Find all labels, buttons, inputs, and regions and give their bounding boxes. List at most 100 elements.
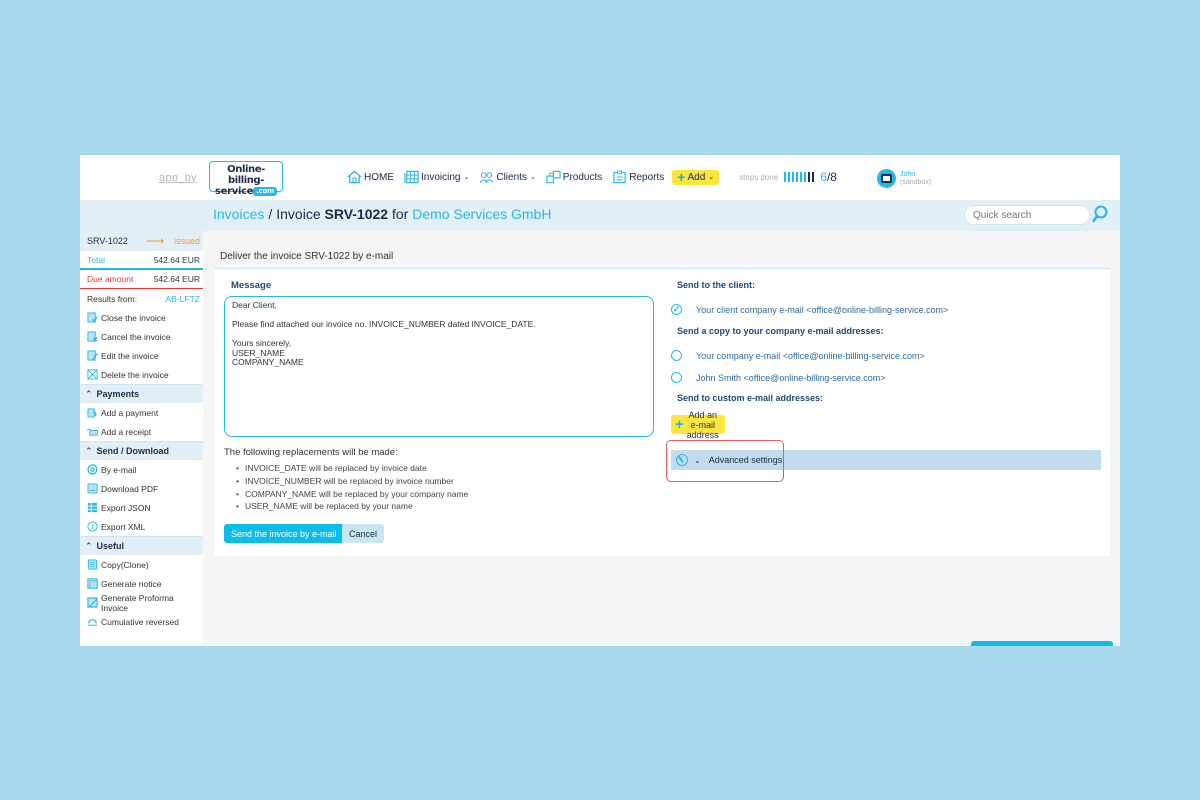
company-email-label: Your company e-mail <office@online-billi… <box>696 350 925 361</box>
sidebar-item-label: By e-mail <box>101 464 137 475</box>
step-bar-done <box>804 172 807 182</box>
avatar-icon <box>881 174 892 183</box>
john-smith-email-checkbox[interactable]: John Smith <office@online-billing-servic… <box>671 372 886 383</box>
advanced-settings-toggle[interactable]: ⌄ Advanced settings <box>671 450 1101 470</box>
logo[interactable]: Online-billing- service .com <box>209 161 283 197</box>
user-menu[interactable]: John (sandbox) <box>877 169 931 188</box>
receipt-icon <box>87 429 98 436</box>
breadcrumb-invoice-prefix: Invoice <box>276 206 321 222</box>
products-icon <box>546 170 561 184</box>
sidebar-item-export-xml[interactable]: Export XML <box>80 517 203 536</box>
sidebar-item-export-json[interactable]: Export JSON <box>80 498 203 517</box>
sidebar-item-download-pdf[interactable]: Download PDF <box>80 479 203 498</box>
step-bar-todo <box>808 172 811 182</box>
invoice-status-header: SRV-1022 ⟶ issued <box>80 231 203 251</box>
sidebar-item-label: Generate notice <box>101 578 162 589</box>
arrow-right-icon: ⟶ <box>145 233 165 248</box>
sidebar-item-cumulative-reversed[interactable]: Cumulative reversed <box>80 612 203 631</box>
step-bar-done <box>792 172 795 182</box>
search-icon[interactable] <box>1092 204 1108 224</box>
breadcrumb-invoice-number: SRV-1022 <box>324 206 389 222</box>
floating-action-button[interactable] <box>971 641 1113 646</box>
sidebar-item-add-receipt[interactable]: Add a receipt <box>80 422 203 441</box>
top-navigation-bar: app_by Online-billing- service .com HOME … <box>80 155 1120 200</box>
avatar <box>877 169 896 188</box>
sidebar-item-close-invoice[interactable]: Close the invoice <box>80 308 203 327</box>
steps-progress[interactable]: steps done 6/8 <box>739 170 837 184</box>
nav-products-label: Products <box>562 171 603 183</box>
proforma-icon <box>87 597 98 608</box>
pdf-icon <box>87 483 98 494</box>
nav-products[interactable]: Products <box>544 168 604 186</box>
send-to-client-label: Send to the client: <box>677 280 756 290</box>
replacements-list: INVOICE_DATE will be replaced by invoice… <box>236 462 468 513</box>
client-email-label: Your client company e-mail <office@onlin… <box>696 304 949 315</box>
invoice-sidebar: SRV-1022 ⟶ issued Total 542.64 EUR Due a… <box>80 231 203 646</box>
due-amount-row: Due amount 542.64 EUR <box>80 270 203 289</box>
status-badge: issued <box>173 236 200 246</box>
nav-clients[interactable]: Clients ⌄ <box>477 168 537 186</box>
quick-search-input[interactable] <box>964 205 1090 225</box>
client-email-checkbox[interactable]: Your client company e-mail <office@onlin… <box>671 304 948 315</box>
message-textarea[interactable] <box>224 296 654 437</box>
custom-emails-label: Send to custom e-mail addresses: <box>677 393 824 403</box>
sidebar-item-cancel-invoice[interactable]: Cancel the invoice <box>80 327 203 346</box>
results-from-label: Results from: <box>87 293 138 304</box>
chevron-down-icon: ⌄ <box>529 174 536 181</box>
delete-invoice-icon <box>87 369 98 380</box>
chevron-down-icon: ⌄ <box>694 455 701 465</box>
sidebar-item-edit-invoice[interactable]: Edit the invoice <box>80 346 203 365</box>
breadcrumb-client-link[interactable]: Demo Services GmbH <box>412 206 551 222</box>
user-name-block: John (sandbox) <box>900 171 931 187</box>
nav-invoicing[interactable]: Invoicing ⌄ <box>402 168 471 186</box>
logo-line-2: service .com <box>210 186 282 197</box>
send-invoice-button[interactable]: Send the invoice by e-mail <box>224 524 344 543</box>
checkbox-checked-icon <box>671 304 682 315</box>
nav-add-label: Add <box>687 171 706 183</box>
deliver-email-panel: Deliver the invoice SRV-1022 by e-mail M… <box>214 240 1110 556</box>
sidebar-section-useful[interactable]: ⌃ Useful <box>80 536 203 555</box>
chevron-up-icon: ⌃ <box>85 445 93 456</box>
app-window: app_by Online-billing- service .com HOME … <box>80 155 1120 646</box>
steps-count: 6/8 <box>820 170 837 184</box>
sidebar-item-label: Cumulative reversed <box>101 616 179 627</box>
sidebar-section-payments[interactable]: ⌃ Payments <box>80 384 203 403</box>
results-from-link[interactable]: AB-LFTZ <box>166 294 200 304</box>
replacements-title: The following replacements will be made: <box>224 447 398 458</box>
checkbox-unchecked-icon <box>671 350 682 361</box>
sidebar-item-copy-clone[interactable]: Copy(Clone) <box>80 555 203 574</box>
total-label: Total <box>87 254 105 265</box>
chevron-up-icon: ⌃ <box>85 388 93 399</box>
sidebar-item-label: Generate Proforma Invoice <box>101 592 174 613</box>
chevron-up-icon: ⌃ <box>85 540 93 551</box>
sidebar-item-add-payment[interactable]: Add a payment <box>80 403 203 422</box>
section-title: Useful <box>96 541 125 551</box>
due-amount-value: 542.64 EUR <box>153 274 200 284</box>
user-name: John <box>900 170 916 178</box>
sidebar-item-generate-notice[interactable]: Generate notice <box>80 574 203 593</box>
add-email-label: Add an e-mail address <box>686 409 719 440</box>
checkbox-unchecked-icon <box>671 372 682 383</box>
nav-invoicing-label: Invoicing <box>421 171 461 183</box>
sidebar-item-generate-proforma[interactable]: Generate Proforma Invoice <box>80 592 203 613</box>
total-row: Total 542.64 EUR <box>80 251 203 270</box>
replacement-item: COMPANY_NAME will be replaced by your co… <box>236 487 468 500</box>
step-bar-done <box>784 172 787 182</box>
breadcrumb-invoices-link[interactable]: Invoices <box>213 206 264 222</box>
due-amount-label: Due amount <box>87 274 134 284</box>
add-email-button[interactable]: + Add an e-mail address <box>671 410 725 440</box>
email-icon <box>87 464 98 475</box>
nav-reports[interactable]: Reports <box>610 168 666 186</box>
company-email-checkbox[interactable]: Your company e-mail <office@online-billi… <box>671 350 925 361</box>
nav-home[interactable]: HOME <box>345 168 396 186</box>
reversed-icon <box>87 619 98 626</box>
chevron-down-icon: ⌄ <box>708 174 715 181</box>
sidebar-section-send-download[interactable]: ⌃ Send / Download <box>80 441 203 460</box>
clients-icon <box>479 172 494 183</box>
sidebar-item-by-email[interactable]: By e-mail <box>80 460 203 479</box>
cancel-button[interactable]: Cancel <box>342 524 385 543</box>
sidebar-item-label: Close the invoice <box>101 312 166 323</box>
sidebar-item-delete-invoice[interactable]: Delete the invoice <box>80 365 203 384</box>
app-by-link[interactable]: app_by <box>159 172 197 184</box>
nav-add-button[interactable]: + Add ⌄ <box>672 169 720 185</box>
